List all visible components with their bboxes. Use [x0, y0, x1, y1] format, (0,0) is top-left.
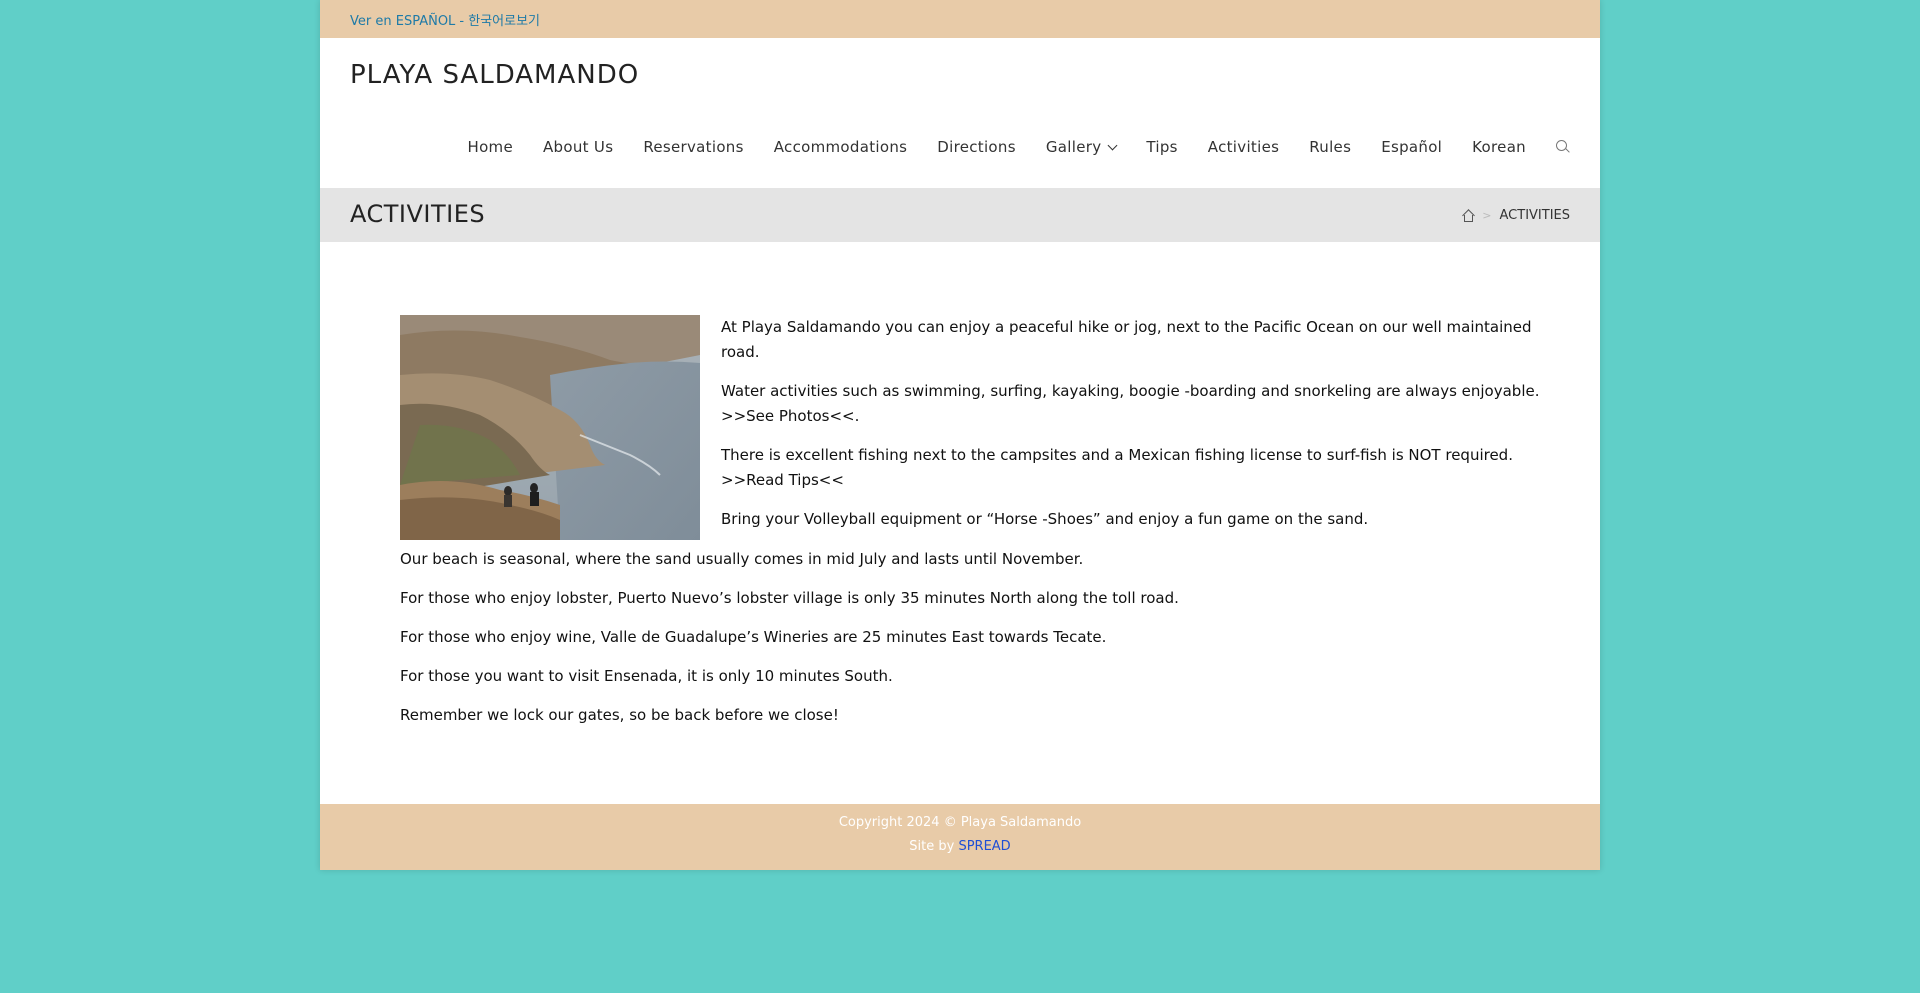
spread-link[interactable]: SPREAD — [958, 839, 1010, 854]
paragraph-wine: For those who enjoy wine, Valle de Guada… — [400, 628, 1107, 646]
paragraph-lobster: For those who enjoy lobster, Puerto Nuev… — [400, 589, 1179, 607]
credit-prefix: Site by — [909, 839, 959, 854]
nav-item-rules[interactable]: Rules — [1309, 138, 1351, 156]
paragraph-seasonal: Our beach is seasonal, where the sand us… — [400, 550, 1084, 568]
site-credit: Site by SPREAD — [320, 839, 1600, 854]
paragraph-ensenada: For those you want to visit Ensenada, it… — [400, 667, 893, 685]
paragraph-volleyball: Bring your Volleyball equipment or “Hors… — [721, 510, 1369, 528]
nav-item-gallery-label: Gallery — [1045, 138, 1102, 156]
nav-item-directions[interactable]: Directions — [937, 138, 1016, 156]
nav-item-about-us[interactable]: About Us — [543, 138, 613, 156]
read-tips-link[interactable]: >>Read Tips<< — [721, 471, 844, 489]
chevron-down-icon — [1107, 140, 1118, 150]
fishing-text: There is excellent fishing next to the c… — [721, 446, 1513, 464]
nav-item-tips[interactable]: Tips — [1146, 138, 1177, 156]
nav-item-gallery[interactable]: Gallery — [1045, 138, 1118, 156]
home-icon[interactable] — [1462, 208, 1476, 222]
breadcrumb-separator: > — [1482, 209, 1492, 222]
paragraph-water: Water activities such as swimming, surfi… — [721, 379, 1541, 429]
nav-item-home[interactable]: Home — [468, 138, 514, 156]
activities-intro-text: At Playa Saldamando you can enjoy a peac… — [721, 315, 1541, 546]
site-footer: Copyright 2024 © Playa Saldamando Site b… — [320, 804, 1600, 870]
main-content: At Playa Saldamando you can enjoy a peac… — [320, 242, 1600, 804]
paragraph-fishing: There is excellent fishing next to the c… — [721, 443, 1541, 493]
site-title[interactable]: PLAYA SALDAMANDO — [350, 60, 639, 90]
nav-item-activities[interactable]: Activities — [1208, 138, 1279, 156]
paragraph-hike: At Playa Saldamando you can enjoy a peac… — [721, 318, 1532, 361]
language-switch-link[interactable]: Ver en ESPAÑOL - 한국어로보기 — [350, 10, 540, 29]
nav-item-espanol[interactable]: Español — [1381, 138, 1442, 156]
main-nav: Home About Us Reservations Accommodation… — [438, 138, 1571, 156]
copyright-text: Copyright 2024 © Playa Saldamando — [838, 815, 1082, 830]
breadcrumb-current: ACTIVITIES — [1499, 208, 1570, 223]
water-activities-text: Water activities such as swimming, surfi… — [721, 382, 1540, 400]
paragraph-gates: Remember we lock our gates, so be back b… — [400, 706, 839, 724]
nav-item-reservations[interactable]: Reservations — [643, 138, 743, 156]
activities-details-text: Our beach is seasonal, where the sand us… — [400, 547, 1520, 742]
nav-item-accommodations[interactable]: Accommodations — [774, 138, 908, 156]
breadcrumb: > ACTIVITIES — [1462, 208, 1570, 223]
site-header: PLAYA SALDAMANDO Home About Us Reservati… — [320, 38, 1600, 188]
nav-item-korean[interactable]: Korean — [1472, 138, 1526, 156]
search-icon[interactable] — [1556, 140, 1570, 154]
page-header-band: ACTIVITIES > ACTIVITIES — [320, 188, 1600, 242]
page-title: ACTIVITIES — [350, 200, 486, 228]
top-bar: Ver en ESPAÑOL - 한국어로보기 — [320, 0, 1600, 38]
site-wrapper: Ver en ESPAÑOL - 한국어로보기 PLAYA SALDAMANDO… — [320, 0, 1600, 870]
see-photos-link[interactable]: >>See Photos<<. — [721, 407, 859, 425]
activities-photo — [400, 315, 700, 540]
